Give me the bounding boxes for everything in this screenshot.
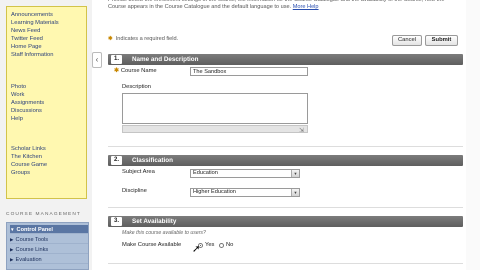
section-title: Set Availability [132, 218, 177, 225]
triangle-right-icon: ▶ [10, 237, 14, 242]
section-divider [108, 263, 463, 264]
course-menu-panel: Announcements Learning Materials News Fe… [6, 6, 87, 199]
triangle-down-icon: ▼ [10, 227, 15, 232]
menu-item-help[interactable]: Help [11, 115, 44, 123]
scroll-gutter [466, 0, 480, 270]
menu-item-announcements[interactable]: Announcements [11, 11, 59, 19]
more-help-link[interactable]: More Help [293, 4, 319, 10]
discipline-select[interactable]: Higher Education ▼ [190, 188, 300, 197]
mgmt-item-label: Course Links [15, 247, 49, 253]
course-name-label-text: Course Name [120, 68, 157, 74]
make-available-label: Make Course Available [122, 242, 182, 248]
triangle-right-icon: ▶ [10, 257, 14, 262]
subject-area-label: Subject Area [122, 169, 155, 175]
section-number: 3. [111, 217, 123, 226]
section-header-set-availability: 3. Set Availability [108, 216, 463, 227]
availability-yes-label: Yes [205, 242, 215, 248]
menu-item-assignments[interactable]: Assignments [11, 99, 44, 107]
menu-group-tools: Photo Work Assignments Discussions Help [11, 83, 44, 123]
menu-item-groups[interactable]: Groups [11, 169, 47, 177]
mgmt-item-label: Course Tools [15, 237, 49, 243]
mgmt-item-evaluation[interactable]: ▶ Evaluation [10, 255, 88, 264]
section-title: Name and Description [132, 56, 199, 63]
section-number: 1. [111, 55, 123, 64]
menu-item-course-game[interactable]: Course Game [11, 161, 47, 169]
section-divider [108, 146, 463, 147]
menu-item-work[interactable]: Work [11, 91, 44, 99]
required-note-text: Indicates a required field. [115, 36, 179, 42]
textarea-status-bar: ⇲ [122, 125, 308, 134]
menu-group-links: Scholar Links The Kitchen Course Game Gr… [11, 145, 47, 177]
availability-note: Make this course available to users? [122, 230, 206, 236]
section-title: Classification [132, 157, 173, 164]
asterisk-icon: ✱ [114, 68, 119, 74]
description-textarea[interactable] [122, 93, 308, 124]
availability-no-label: No [226, 242, 234, 248]
section-divider [108, 207, 463, 208]
mgmt-item-course-links[interactable]: ▶ Course Links [10, 245, 88, 254]
menu-item-staff-information[interactable]: Staff Information [11, 51, 59, 59]
availability-no-radio[interactable] [219, 243, 224, 248]
mgmt-item-control-panel[interactable]: ▼ Control Panel [10, 225, 88, 234]
course-management-heading: COURSE MANAGEMENT [6, 212, 81, 217]
menu-item-home-page[interactable]: Home Page [11, 43, 59, 51]
dropdown-arrow-icon: ▼ [291, 170, 299, 177]
course-name-label: ✱ Course Name [114, 68, 157, 74]
mgmt-item-label: Evaluation [15, 257, 42, 263]
dropdown-arrow-icon: ▼ [291, 189, 299, 196]
subject-area-value: Education [193, 170, 218, 176]
required-field-note: ✱ Indicates a required field. [108, 36, 178, 42]
mgmt-item-label: Control Panel [16, 227, 53, 233]
chevron-left-icon[interactable]: ‹ [92, 52, 102, 68]
menu-item-discussions[interactable]: Discussions [11, 107, 44, 115]
intro-description: Provide below the enrollment settings of… [108, 0, 445, 10]
submit-button[interactable]: Submit [425, 35, 458, 46]
menu-item-news-feed[interactable]: News Feed [11, 27, 59, 35]
cancel-button[interactable]: Cancel [392, 35, 422, 46]
section-header-classification: 2. Classification [108, 155, 463, 166]
mouse-pointer-icon: ➚ [192, 244, 201, 255]
menu-item-twitter-feed[interactable]: Twitter Feed [11, 35, 59, 43]
asterisk-icon: ✱ [108, 36, 113, 42]
resize-grip-icon[interactable]: ⇲ [299, 127, 304, 134]
menu-item-the-kitchen[interactable]: The Kitchen [11, 153, 47, 161]
triangle-right-icon: ▶ [10, 247, 14, 252]
section-header-name-description: 1. Name and Description [108, 54, 463, 65]
menu-group-content: Announcements Learning Materials News Fe… [11, 11, 59, 60]
course-management-panel: ▼ Control Panel ▶ Course Tools ▶ Course Lin… [6, 222, 89, 270]
discipline-value: Higher Education [193, 189, 236, 195]
section-number: 2. [111, 156, 123, 165]
menu-item-photo[interactable]: Photo [11, 83, 44, 91]
discipline-label: Discipline [122, 188, 147, 194]
menu-item-learning-materials[interactable]: Learning Materials [11, 19, 59, 27]
description-label: Description [122, 84, 151, 90]
menu-item-scholar-links[interactable]: Scholar Links [11, 145, 47, 153]
mgmt-item-course-tools[interactable]: ▶ Course Tools [10, 235, 88, 244]
intro-text: Provide below the enrollment settings of… [108, 0, 463, 11]
subject-area-select[interactable]: Education ▼ [190, 169, 300, 178]
course-name-input[interactable] [190, 67, 308, 76]
course-sidebar: Announcements Learning Materials News Fe… [0, 0, 92, 270]
course-settings-form: Provide below the enrollment settings of… [102, 0, 480, 270]
